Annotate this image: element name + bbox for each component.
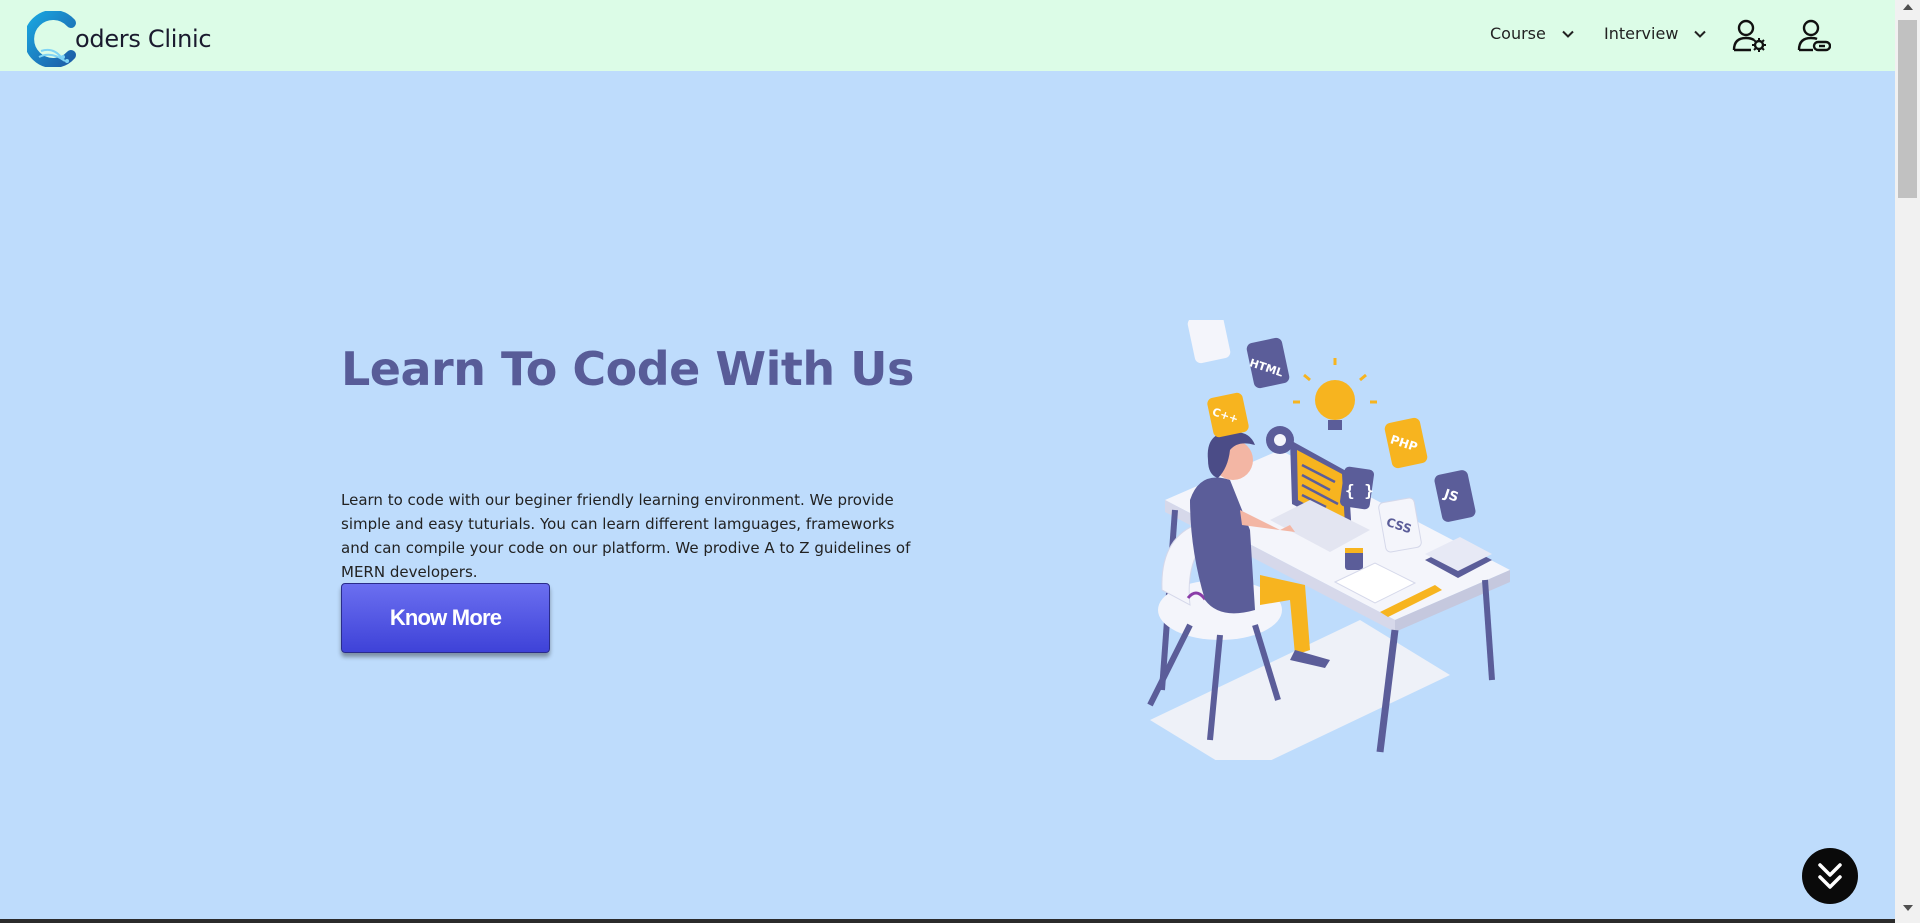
- coders-clinic-logo-icon: [27, 11, 76, 67]
- brand-logo[interactable]: oders Clinic: [27, 11, 212, 67]
- hero-section: [0, 71, 1895, 923]
- nav-interview-dropdown[interactable]: Interview: [1604, 24, 1708, 43]
- hero-title: Learn To Code With Us: [341, 342, 914, 396]
- lightbulb: [1315, 380, 1355, 420]
- bottom-edge: [0, 919, 1895, 923]
- scrollbar-thumb[interactable]: [1898, 20, 1917, 198]
- user-settings-icon[interactable]: [1731, 16, 1767, 54]
- scroll-down-arrow-icon[interactable]: [1903, 905, 1913, 911]
- brand-name: oders Clinic: [75, 25, 212, 53]
- know-more-button[interactable]: Know More: [341, 583, 550, 653]
- chevron-down-icon: [1562, 30, 1574, 38]
- chevron-down-icon: [1694, 30, 1707, 38]
- double-chevron-down-icon: [1818, 863, 1842, 889]
- developer-at-desk-illustration: { } HTML C++ PHP JS CSS: [1147, 320, 1510, 760]
- scroll-down-button[interactable]: [1802, 848, 1858, 904]
- hero-description: Learn to code with our beginer friendly …: [341, 491, 911, 581]
- user-link-icon[interactable]: [1795, 16, 1831, 54]
- nav-interview-label: Interview: [1604, 24, 1679, 43]
- nav-course-label: Course: [1490, 24, 1546, 43]
- nav-course-dropdown[interactable]: Course: [1490, 24, 1576, 43]
- scroll-up-arrow-icon[interactable]: [1903, 4, 1913, 10]
- tag-braces: { }: [1345, 481, 1374, 500]
- navbar: oders Clinic Course Interview: [0, 0, 1895, 71]
